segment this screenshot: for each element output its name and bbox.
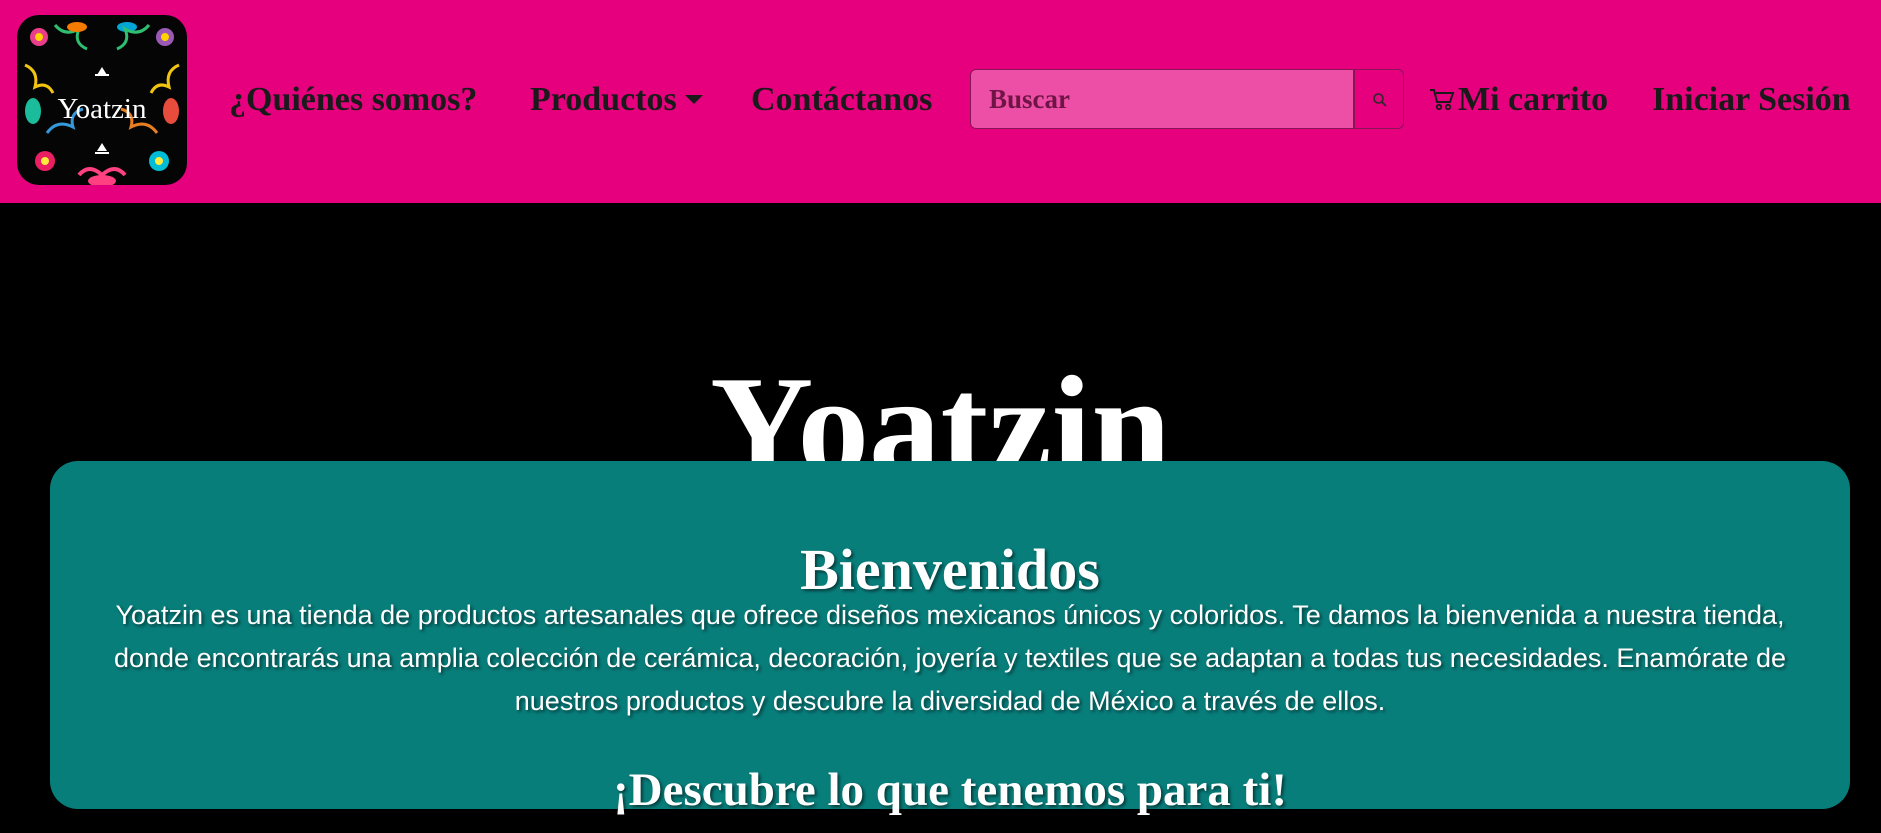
nav-dropdown-products[interactable]: Productos: [530, 78, 703, 122]
cart-icon: [1430, 89, 1455, 111]
nav-cart-label: Mi carrito: [1458, 81, 1609, 118]
brand-logo[interactable]: Yoatzin: [17, 15, 187, 185]
search-button[interactable]: [1354, 69, 1404, 129]
welcome-card: Bienvenidos Yoatzin es una tienda de pro…: [50, 461, 1850, 816]
nav-products-label: Productos: [530, 81, 677, 118]
nav-link-login[interactable]: Iniciar Sesión: [1652, 78, 1851, 122]
logo-text: Yoatzin: [57, 93, 147, 125]
search-icon: [1373, 93, 1387, 107]
caret-down-icon: [684, 94, 703, 104]
nav-link-about[interactable]: ¿Quiénes somos?: [229, 78, 477, 122]
nav-link-contact[interactable]: Contáctanos: [751, 78, 932, 122]
navbar: Yoatzin ¿Quiénes somos? Productos Contác…: [0, 0, 1881, 203]
discover-heading: ¡Descubre lo que tenemos para ti!: [612, 764, 1288, 816]
nav-link-cart[interactable]: Mi carrito: [1428, 78, 1608, 122]
search-input[interactable]: [970, 69, 1354, 129]
welcome-text: Yoatzin es una tienda de productos artes…: [113, 600, 1787, 716]
